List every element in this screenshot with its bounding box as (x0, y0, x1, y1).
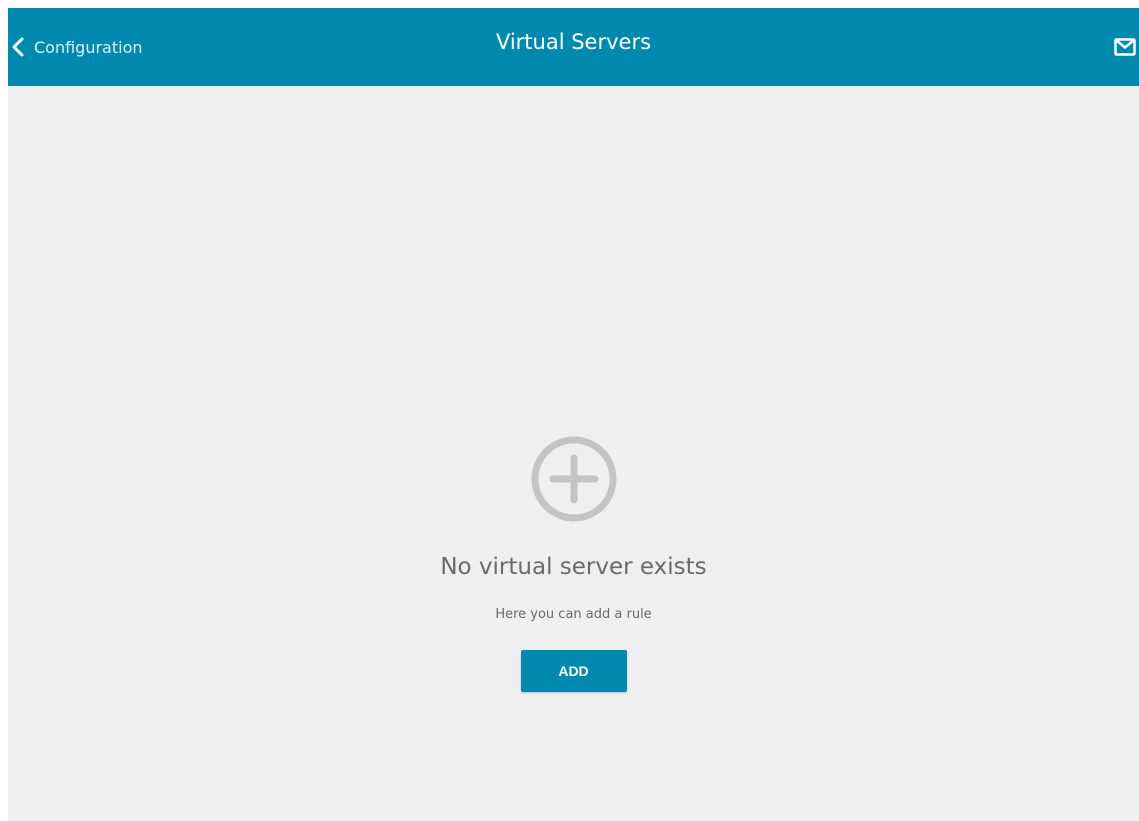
page-title: Virtual Servers (495, 30, 652, 54)
mail-icon[interactable] (1114, 38, 1136, 56)
page-frame: Configuration Virtual Servers No virtual… (8, 8, 1139, 821)
plus-circle-icon (531, 436, 617, 522)
top-bar: Configuration Virtual Servers (8, 8, 1139, 86)
add-button[interactable]: ADD (520, 650, 627, 692)
empty-state-title: No virtual server exists (440, 554, 707, 580)
empty-state-subtitle: Here you can add a rule (495, 607, 652, 622)
empty-state: No virtual server exists Here you can ad… (8, 436, 1139, 692)
